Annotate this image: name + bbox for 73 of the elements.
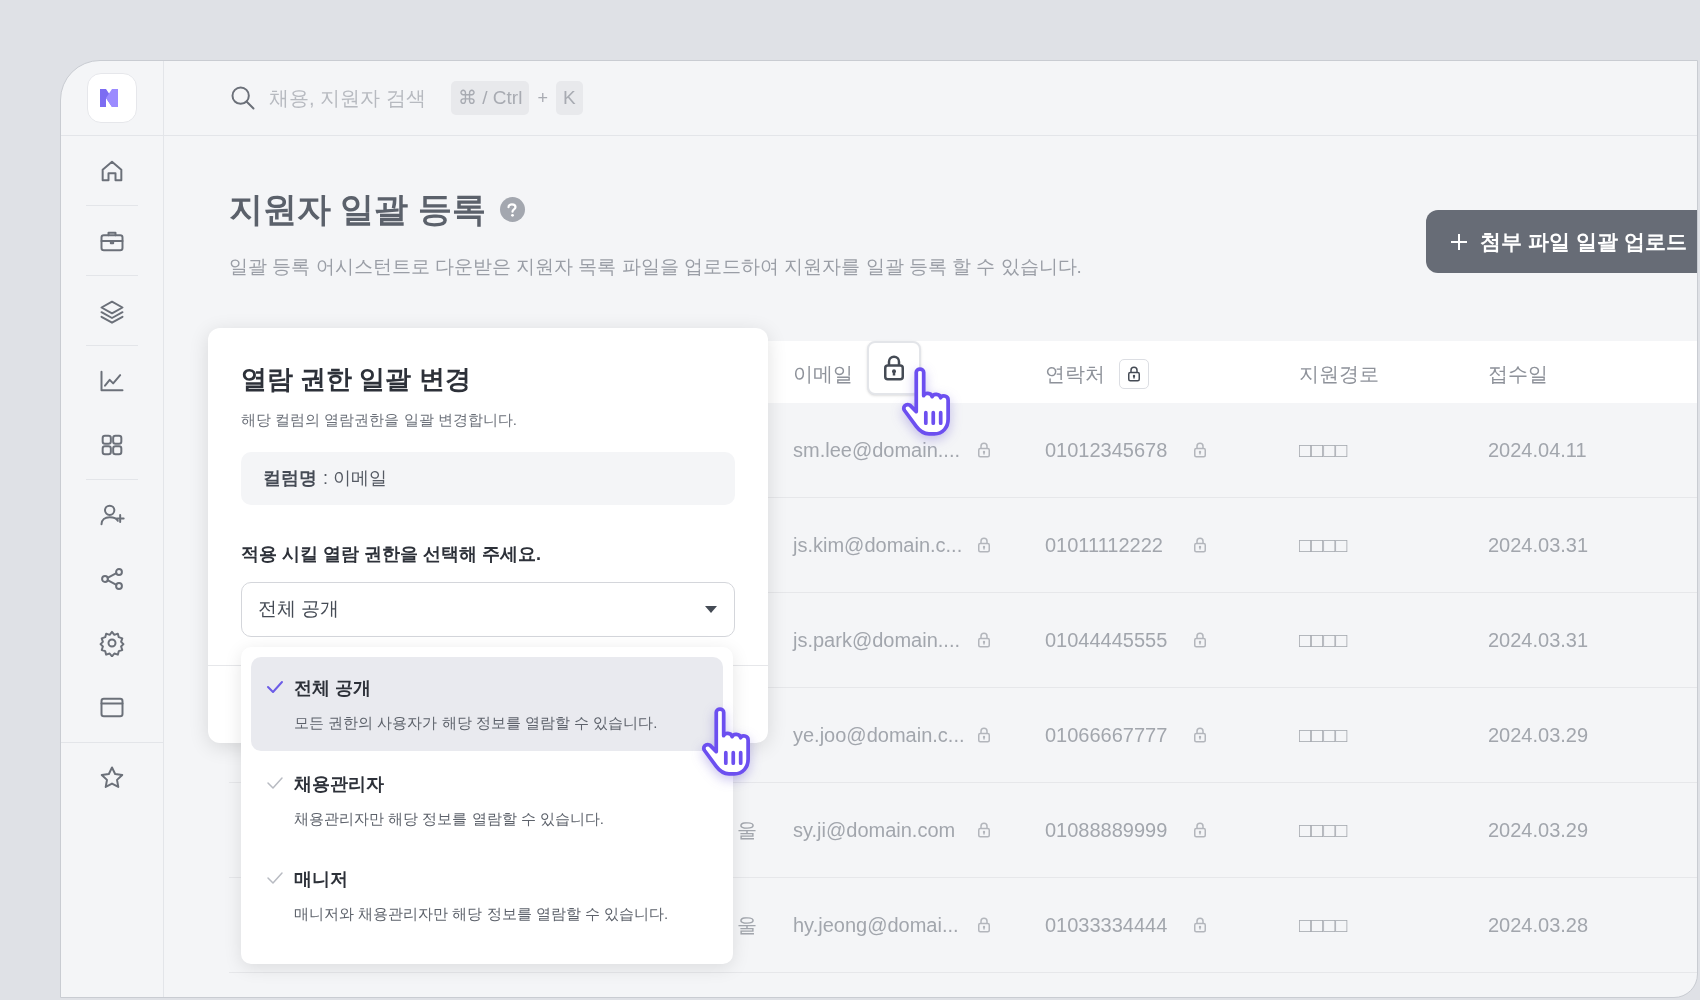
table-cell: □□□□ (1299, 914, 1348, 936)
upload-button[interactable]: 첨부 파일 일괄 업로드 (1426, 210, 1697, 273)
table-cell: □□□□ (1299, 439, 1348, 461)
lock-icon (975, 821, 993, 839)
check-icon (266, 869, 284, 887)
lock-icon (1191, 536, 1209, 554)
caret-icon (704, 604, 718, 614)
table-cell-text: sm.lee@domain.... (793, 438, 962, 463)
table-cell: 2024.03.28 (1488, 914, 1589, 936)
lock-button[interactable] (1119, 359, 1149, 389)
column-header: 접수일 (1488, 362, 1548, 387)
column-header: 이메일 (793, 362, 853, 387)
table-cell-text: 01033334444 (1045, 913, 1169, 938)
search-field[interactable]: 채용, 지원자 검색 (269, 83, 439, 113)
keyboard-key: ⌘ / Ctrl (451, 80, 530, 116)
column-value: : 이메일 (323, 466, 387, 490)
table-cell-text: 울 (737, 818, 757, 843)
lock-icon (1191, 441, 1209, 459)
table-cell: 2024.03.31 (1488, 534, 1589, 556)
lock-icon (975, 536, 993, 554)
table-cell-text: hy.jeong@domai... (793, 913, 960, 938)
dropdown-option[interactable]: 전체 공개 모든 권한의 사용자가 해당 정보를 열람할 수 있습니다. (251, 657, 723, 751)
column-header: 연락처 (1045, 362, 1105, 387)
popover-subtitle: 해당 컬럼의 열람권한을 일괄 변경합니다. (241, 410, 518, 430)
option-description: 매니저와 채용관리자만 해당 정보를 열람할 수 있습니다. (294, 904, 669, 924)
help-icon[interactable] (499, 197, 525, 222)
lock-icon (1191, 821, 1209, 839)
settings-icon[interactable] (98, 629, 126, 657)
plus-icon (1450, 232, 1469, 251)
table-cell-text: ye.joo@domain.c... (793, 723, 966, 748)
table-cell-text: js.kim@domain.c... (793, 533, 964, 558)
option-description: 채용관리자만 해당 정보를 열람할 수 있습니다. (294, 808, 604, 829)
table-cell-text: 01066667777 (1045, 723, 1169, 748)
check-icon (266, 678, 284, 696)
lock-icon (975, 631, 993, 649)
permission-select[interactable]: 전체 공개 (241, 581, 735, 637)
table-cell: 2024.03.29 (1488, 724, 1589, 746)
table-cell-text: 01044445555 (1045, 628, 1169, 653)
table-cell: □□□□ (1299, 724, 1348, 746)
column-header: 지원경로 (1299, 362, 1379, 387)
lock-icon (1191, 726, 1209, 744)
table-cell: 2024.03.31 (1488, 629, 1589, 651)
popover-title: 열람 권한 일괄 변경 (241, 363, 472, 396)
table-cell: □□□□ (1299, 819, 1348, 841)
option-label: 채용관리자 (294, 772, 385, 796)
option-label: 매니저 (294, 868, 349, 891)
option-description: 모든 권한의 사용자가 해당 정보를 열람할 수 있습니다. (294, 713, 658, 733)
table-cell-text: 01012345678 (1045, 438, 1169, 463)
lock-icon (975, 726, 993, 744)
app-logo[interactable] (87, 73, 137, 123)
share-icon[interactable] (98, 565, 126, 593)
table-cell: 2024.03.29 (1488, 819, 1589, 841)
option-label: 전체 공개 (294, 677, 372, 700)
key-joiner: + (537, 86, 548, 110)
keyboard-key: K (555, 80, 583, 116)
prompt-text: 적용 시킬 열람 권한을 선택해 주세요. (241, 542, 542, 566)
table-cell: 2024.04.11 (1488, 439, 1587, 461)
lock-icon (975, 441, 993, 459)
table-cell: □□□□ (1299, 534, 1348, 556)
table-cell-text: sy.ji@domain.com (793, 818, 957, 843)
lock-icon (1191, 631, 1209, 649)
lock-icon (1125, 365, 1143, 383)
lock-icon (1191, 916, 1209, 934)
table-cell-text: 01088889999 (1045, 818, 1169, 843)
lock-icon (975, 916, 993, 934)
table-cell-text: js.park@domain.... (793, 628, 962, 653)
column-label: 컬럼명 (263, 466, 317, 490)
table-cell: □□□□ (1299, 629, 1348, 651)
table-cell-text: 01011112222 (1045, 533, 1164, 558)
table-cell-text: 울 (737, 913, 757, 938)
page-description: 일괄 등록 어시스턴트로 다운받은 지원자 목록 파일을 업로드하여 지원자를 일괄 등록 할 수 있습니다. (229, 255, 1083, 279)
search-icon[interactable] (229, 84, 257, 112)
page-title: 지원자 일괄 등록 (229, 189, 486, 230)
